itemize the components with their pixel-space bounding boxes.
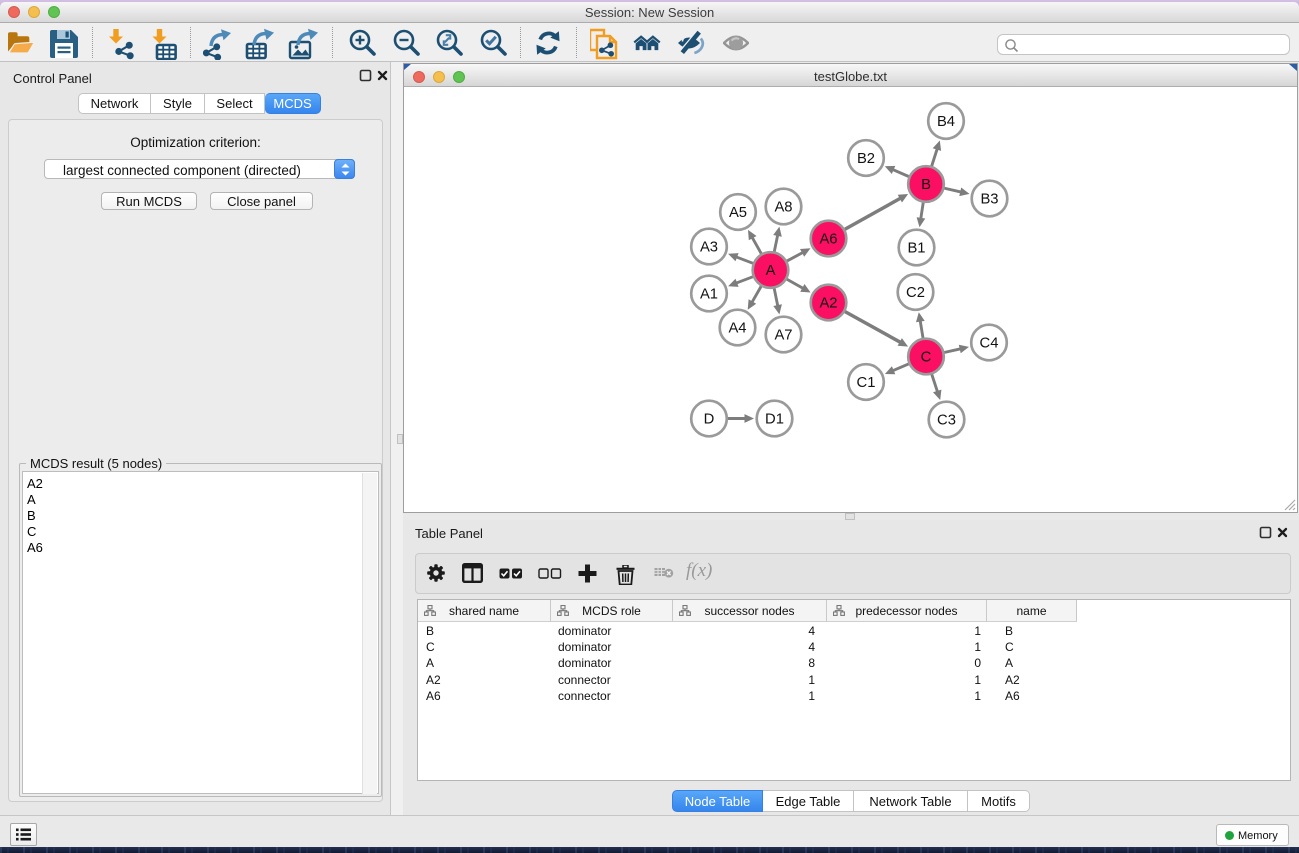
- svg-text:A8: A8: [774, 200, 792, 216]
- svg-text:A6: A6: [819, 232, 837, 248]
- svg-text:A3: A3: [700, 240, 718, 256]
- svg-text:A4: A4: [728, 321, 746, 337]
- svg-text:B3: B3: [980, 192, 998, 208]
- svg-text:C2: C2: [906, 285, 925, 301]
- svg-text:A2: A2: [819, 296, 837, 312]
- svg-text:B1: B1: [907, 241, 925, 257]
- svg-text:C1: C1: [857, 375, 876, 391]
- svg-text:A: A: [766, 263, 776, 279]
- svg-text:C: C: [921, 350, 932, 366]
- svg-text:D1: D1: [765, 412, 784, 428]
- svg-text:D: D: [704, 412, 715, 428]
- svg-text:B4: B4: [937, 114, 955, 130]
- svg-text:A5: A5: [729, 205, 747, 221]
- svg-text:C4: C4: [980, 336, 999, 352]
- svg-text:A1: A1: [700, 287, 718, 303]
- svg-text:C3: C3: [937, 413, 956, 429]
- svg-text:B2: B2: [857, 151, 875, 167]
- svg-text:B: B: [921, 177, 931, 193]
- svg-text:A7: A7: [774, 328, 792, 344]
